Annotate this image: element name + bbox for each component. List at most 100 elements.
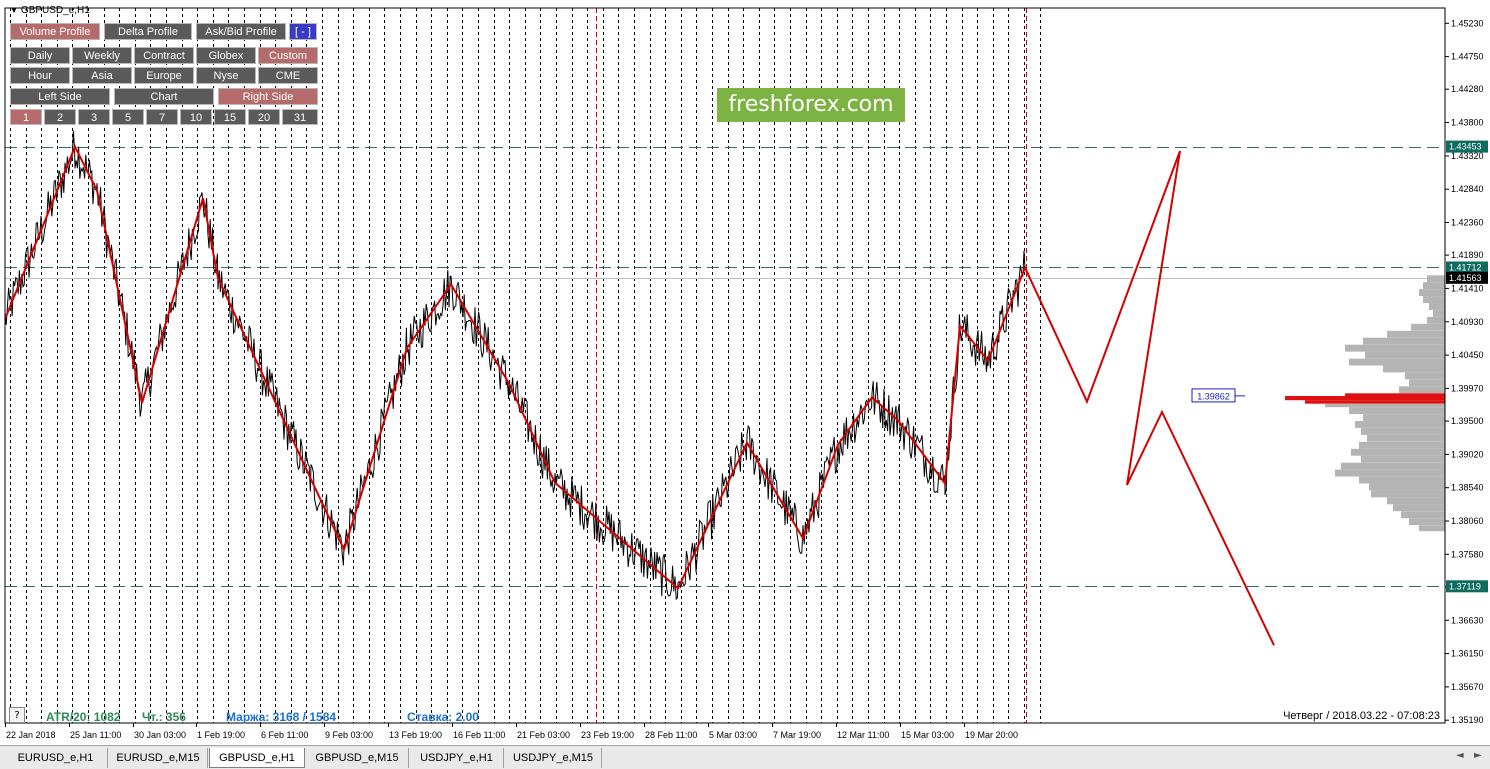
current-price-label: 1.41563 [1449,273,1482,283]
profile-bar [1361,455,1445,463]
tab-scroll-left-icon[interactable]: ◄ [1456,750,1464,761]
chart-tab[interactable]: USDJPY_e,H1 [410,748,504,768]
toolbar-row5-button[interactable]: 7 [146,109,178,125]
toolbar-row3-button[interactable]: Nyse [196,67,256,84]
profile-bar [1341,462,1445,470]
profile-bar [1387,497,1445,505]
toolbar-row4-button[interactable]: Right Side [218,88,318,105]
profile-bar [1427,275,1445,283]
chart-tab[interactable]: EURUSD_e,M15 [109,748,208,768]
y-tick-label: 1.42840 [1451,184,1484,194]
x-tick-label: 5 Mar 03:00 [709,730,757,740]
rate-readout: Ставка: 2.00 [407,710,479,724]
toolbar-row4-button[interactable]: Left Side [10,88,110,105]
toolbar-row2-button[interactable]: Custom [258,47,318,64]
dropdown-triangle-icon[interactable]: ▼ [10,6,18,15]
profile-bar [1365,351,1445,359]
toolbar-row5-button[interactable]: 15 [214,109,246,125]
poc-bar [1345,393,1445,397]
profile-bar [1325,403,1445,408]
watermark-logo: freshforex.com [717,88,905,122]
profile-bar [1409,518,1445,526]
toolbar-row1-button[interactable]: Ask/Bid Profile [196,23,286,40]
toolbar-row2-button[interactable]: Weekly [72,47,132,64]
toolbar-row5-button[interactable]: 5 [112,109,144,125]
y-tick-label: 1.42360 [1451,218,1484,228]
profile-bar [1393,504,1445,512]
toolbar-row1-button[interactable]: Delta Profile [104,23,192,40]
y-tick-label: 1.39020 [1451,449,1484,459]
x-tick-label: 15 Mar 03:00 [901,730,954,740]
profile-bar [1401,511,1445,519]
toolbar-row2-button[interactable]: Contract [134,47,194,64]
chart-window[interactable]: 1.39862 1.45230 1.44750 1.44280 1.43800 1.43… [0,0,1490,745]
y-tick-label: 1.35190 [1451,715,1484,725]
y-tick-label: 1.45230 [1451,18,1484,28]
y-tick-label: 1.43800 [1451,118,1484,128]
level-tag-label: 1.41712 [1449,263,1482,273]
zigzag-lines [4,144,1275,646]
profile-bar [1359,476,1445,484]
profile-bar [1345,344,1445,352]
help-button[interactable]: ? [9,707,25,723]
y-tick-label: 1.39500 [1451,416,1484,426]
profile-bar [1363,414,1445,421]
toolbar-row3-button[interactable]: Asia [72,67,132,84]
toolbar-row4-button[interactable]: Chart [114,88,214,105]
tab-scroll-right-icon[interactable]: ► [1474,750,1482,761]
toolbar-row5-button[interactable]: 2 [44,109,76,125]
y-tick-label: 1.41890 [1451,250,1484,260]
x-tick-label: 9 Feb 03:00 [325,730,373,740]
symbol-title: ▼ GBPUSD_e,H1 [10,5,90,16]
profile-bar [1409,379,1445,387]
x-tick-label: 30 Jan 03:00 [134,730,186,740]
toolbar-row3-button[interactable]: Europe [134,67,194,84]
x-tick-label: 16 Feb 11:00 [453,730,505,740]
profile-bar [1363,337,1445,345]
x-tick-label: 21 Feb 03:00 [517,730,570,740]
y-tick-label: 1.35670 [1451,682,1484,692]
toolbar-row3-button[interactable]: CME [258,67,318,84]
atr-readout: ATR/20: 1082 [46,710,121,724]
toolbar-row1-button[interactable]: [ - ] [289,23,317,40]
toolbar-row5-button[interactable]: 1 [10,109,42,125]
server-datetime: Четверг / 2018.03.22 - 07:08:23 [1283,710,1440,722]
profile-bar [1335,469,1445,477]
profile-bar [1411,323,1445,331]
profile-bar [1361,428,1445,435]
x-tick-label: 12 Mar 11:00 [837,730,889,740]
profile-bar [1387,330,1445,338]
toolbar-row5-button[interactable]: 31 [282,109,318,125]
price-series [4,130,1026,601]
profile-bar [1423,296,1445,303]
chart-tab[interactable]: EURUSD_e,H1 [4,748,108,768]
profile-bar [1429,303,1445,310]
y-tick-label: 1.38540 [1451,483,1484,493]
chart-tab[interactable]: GBPUSD_e,M15 [306,748,409,768]
x-tick-label: 22 Jan 2018 [6,730,56,740]
toolbar-row2-button[interactable]: Globex [196,47,256,64]
x-tick-label: 25 Jan 11:00 [70,730,121,740]
toolbar-row3-button[interactable]: Hour [10,67,70,84]
toolbar-row5-button[interactable]: 10 [180,109,212,125]
y-tick-label: 1.44750 [1451,52,1484,62]
y-tick-label: 1.44280 [1451,84,1484,94]
volume-profile: 1.39862 [1191,275,1445,532]
y-tick-label: 1.39970 [1451,383,1484,393]
y-tick-label: 1.41410 [1451,283,1484,293]
profile-bar [1359,441,1445,449]
toolbar-row1-button[interactable]: Volume Profile [10,23,100,40]
toolbar-row5-button[interactable]: 20 [248,109,280,125]
toolbar-row5-button[interactable]: 3 [78,109,110,125]
profile-bar [1369,483,1445,491]
chart-tab[interactable]: USDJPY_e,M15 [505,748,602,768]
chart-tab[interactable]: GBPUSD_e,H1 [209,748,305,768]
y-tick-label: 1.38060 [1451,516,1484,526]
price-line [4,130,1026,601]
margin-readout: Маржа: 3168 / 1584 [226,710,337,724]
zigzag-projection [1024,150,1275,646]
profile-bar [1427,316,1445,324]
profile-bar [1433,310,1445,317]
toolbar-row2-button[interactable]: Daily [10,47,70,64]
zigzag-history [4,144,1026,590]
